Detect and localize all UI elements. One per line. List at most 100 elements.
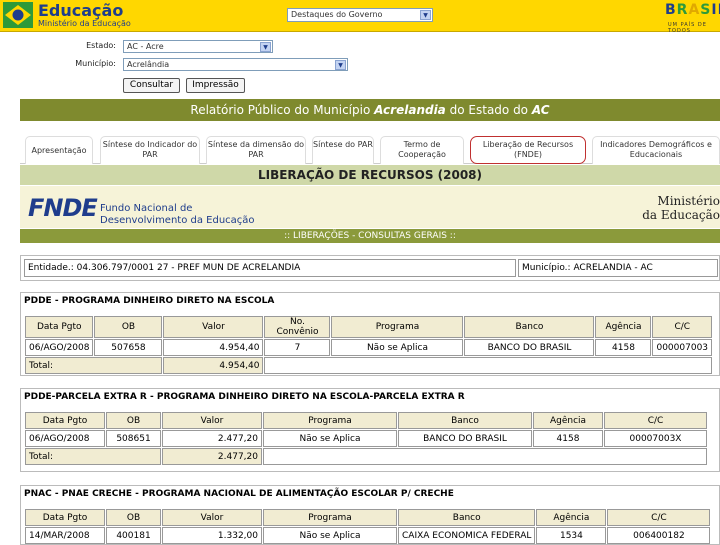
fnde-name: Fundo Nacional de Desenvolvimento da Edu… [100, 203, 255, 227]
col-valor: Valor [162, 412, 262, 429]
pdde-section: PDDE - PROGRAMA DINHEIRO DIRETO NA ESCOL… [20, 292, 720, 376]
entidade-cell: Entidade.: 04.306.797/0001 27 - PREF MUN… [24, 259, 516, 277]
cell-cc: 006400182 [607, 527, 711, 544]
tab-sintese-indicador[interactable]: Síntese do Indicador do PAR [100, 136, 200, 164]
app-subtitle: Ministério da Educação [38, 19, 131, 28]
cell-valor: 4.954,40 [163, 339, 264, 356]
cell-agencia: 4158 [595, 339, 652, 356]
col-cc: C/C [607, 509, 711, 526]
cell-ob: 507658 [94, 339, 163, 356]
col-ob: OB [106, 412, 161, 429]
entidade-info: Entidade.: 04.306.797/0001 27 - PREF MUN… [20, 255, 720, 281]
pdde-title: PDDE - PROGRAMA DINHEIRO DIRETO NA ESCOL… [24, 296, 275, 306]
brasil-slogan: UM PAÍS DE TODOS [668, 22, 707, 34]
col-programa: Programa [331, 316, 464, 338]
consultar-button[interactable]: Consultar [123, 78, 180, 93]
tab-liberacao-recursos[interactable]: Liberação de Recursos (FNDE) [470, 136, 586, 164]
cell-banco: CAIXA ECONOMICA FEDERAL [398, 527, 536, 544]
fnde-logo: FNDE [28, 194, 98, 222]
report-title-municipio: Acrelandia [374, 103, 446, 117]
tab-termo-cooperacao[interactable]: Termo de Cooperação [380, 136, 464, 164]
cell-data-pgto: 06/AGO/2008 [25, 339, 94, 356]
total-value: 4.954,40 [163, 357, 264, 374]
cell-agencia: 4158 [533, 430, 603, 447]
col-cc: C/C [652, 316, 713, 338]
cell-programa: Não se Aplica [331, 339, 464, 356]
estado-label: Estado: [86, 41, 116, 50]
impressao-button[interactable]: Impressão [186, 78, 245, 93]
app-title[interactable]: Educação [38, 1, 123, 20]
destaques-select[interactable]: Destaques do Governo ▼ [287, 8, 433, 22]
table-total-row: Total: 2.477,20 [25, 448, 707, 465]
cell-ob: 508651 [106, 430, 161, 447]
municipio-label: Município: [75, 59, 116, 68]
cell-banco: BANCO DO BRASIL [398, 430, 532, 447]
col-valor: Valor [163, 316, 264, 338]
cell-cc: 00007003X [604, 430, 707, 447]
fnde-banner: FNDE Fundo Nacional de Desenvolvimento d… [20, 186, 720, 228]
fnde-name-line1: Fundo Nacional de [100, 203, 193, 214]
total-label: Total: [25, 448, 161, 465]
col-programa: Programa [263, 509, 397, 526]
pnac-section: PNAC - PNAE CRECHE - PROGRAMA NACIONAL D… [20, 485, 720, 545]
table-header-row: Data Pgto OB Valor No. Convênio Programa… [25, 316, 713, 338]
cell-programa: Não se Aplica [263, 527, 397, 544]
col-data-pgto: Data Pgto [25, 509, 105, 526]
ministerio-line2: da Educação [642, 208, 720, 222]
col-banco: Banco [398, 412, 532, 429]
total-filler [263, 448, 707, 465]
cell-valor: 2.477,20 [162, 430, 262, 447]
report-title-middle: do Estado do [449, 103, 529, 117]
estado-select[interactable]: AC - Acre ▼ [123, 40, 273, 53]
tab-sintese-par[interactable]: Síntese do PAR [312, 136, 374, 164]
destaques-value: Destaques do Governo [291, 10, 383, 19]
table-row: 06/AGO/2008 507658 4.954,40 7 Não se Apl… [25, 339, 713, 356]
chevron-down-icon[interactable]: ▼ [335, 60, 346, 70]
cell-convenio: 7 [264, 339, 331, 356]
table-row: 06/AGO/2008 508651 2.477,20 Não se Aplic… [25, 430, 707, 447]
col-ob: OB [106, 509, 161, 526]
col-convenio: No. Convênio [264, 316, 331, 338]
col-valor: Valor [162, 509, 262, 526]
pdde-extra-title: PDDE-PARCELA EXTRA R - PROGRAMA DINHEIRO… [24, 392, 465, 402]
col-data-pgto: Data Pgto [25, 316, 94, 338]
table-header-row: Data Pgto OB Valor Programa Banco Agênci… [25, 509, 711, 526]
total-filler [264, 357, 713, 374]
col-agencia: Agência [533, 412, 603, 429]
top-header: Educação Ministério da Educação Destaque… [0, 0, 720, 34]
table-total-row: Total: 4.954,40 [25, 357, 713, 374]
col-agencia: Agência [536, 509, 607, 526]
pnac-title: PNAC - PNAE CRECHE - PROGRAMA NACIONAL D… [24, 489, 454, 499]
cell-ob: 400181 [106, 527, 161, 544]
cell-agencia: 1534 [536, 527, 607, 544]
cell-data-pgto: 06/AGO/2008 [25, 430, 105, 447]
tab-indicadores-demograficos[interactable]: Indicadores Demográficos e Educacionais [592, 136, 720, 164]
table-header-row: Data Pgto OB Valor Programa Banco Agênci… [25, 412, 707, 429]
cell-valor: 1.332,00 [162, 527, 262, 544]
total-value: 2.477,20 [162, 448, 262, 465]
tab-apresentacao[interactable]: Apresentação [25, 136, 93, 164]
ministerio-logo: Ministério da Educação [642, 194, 720, 222]
municipio-value: Acrelândia [127, 60, 170, 69]
municipio-select[interactable]: Acrelândia ▼ [123, 58, 348, 71]
brazil-flag-icon [3, 2, 33, 28]
col-cc: C/C [604, 412, 707, 429]
table-row: 14/MAR/2008 400181 1.332,00 Não se Aplic… [25, 527, 711, 544]
tab-sintese-dimensao[interactable]: Síntese da dimensão do PAR [206, 136, 306, 164]
liberacao-title: LIBERAÇÃO DE RECURSOS (2008) [20, 165, 720, 185]
pdde-extra-section: PDDE-PARCELA EXTRA R - PROGRAMA DINHEIRO… [20, 388, 720, 472]
chevron-down-icon[interactable]: ▼ [420, 10, 431, 20]
col-programa: Programa [263, 412, 397, 429]
brasil-logo: BRASIL [665, 2, 720, 18]
report-tabs: Apresentação Síntese do Indicador do PAR… [20, 136, 720, 164]
pdde-extra-table: Data Pgto OB Valor Programa Banco Agênci… [24, 411, 708, 466]
pnac-table: Data Pgto OB Valor Programa Banco Agênci… [24, 508, 711, 545]
cell-banco: BANCO DO BRASIL [464, 339, 595, 356]
estado-value: AC - Acre [127, 42, 164, 51]
cell-cc: 000007003 [652, 339, 713, 356]
municipio-cell: Município.: ACRELANDIA - AC [518, 259, 718, 277]
consultas-gerais-title: :: LIBERAÇÕES - CONSULTAS GERAIS :: [20, 229, 720, 243]
chevron-down-icon[interactable]: ▼ [260, 42, 271, 52]
col-banco: Banco [464, 316, 595, 338]
col-agencia: Agência [595, 316, 652, 338]
